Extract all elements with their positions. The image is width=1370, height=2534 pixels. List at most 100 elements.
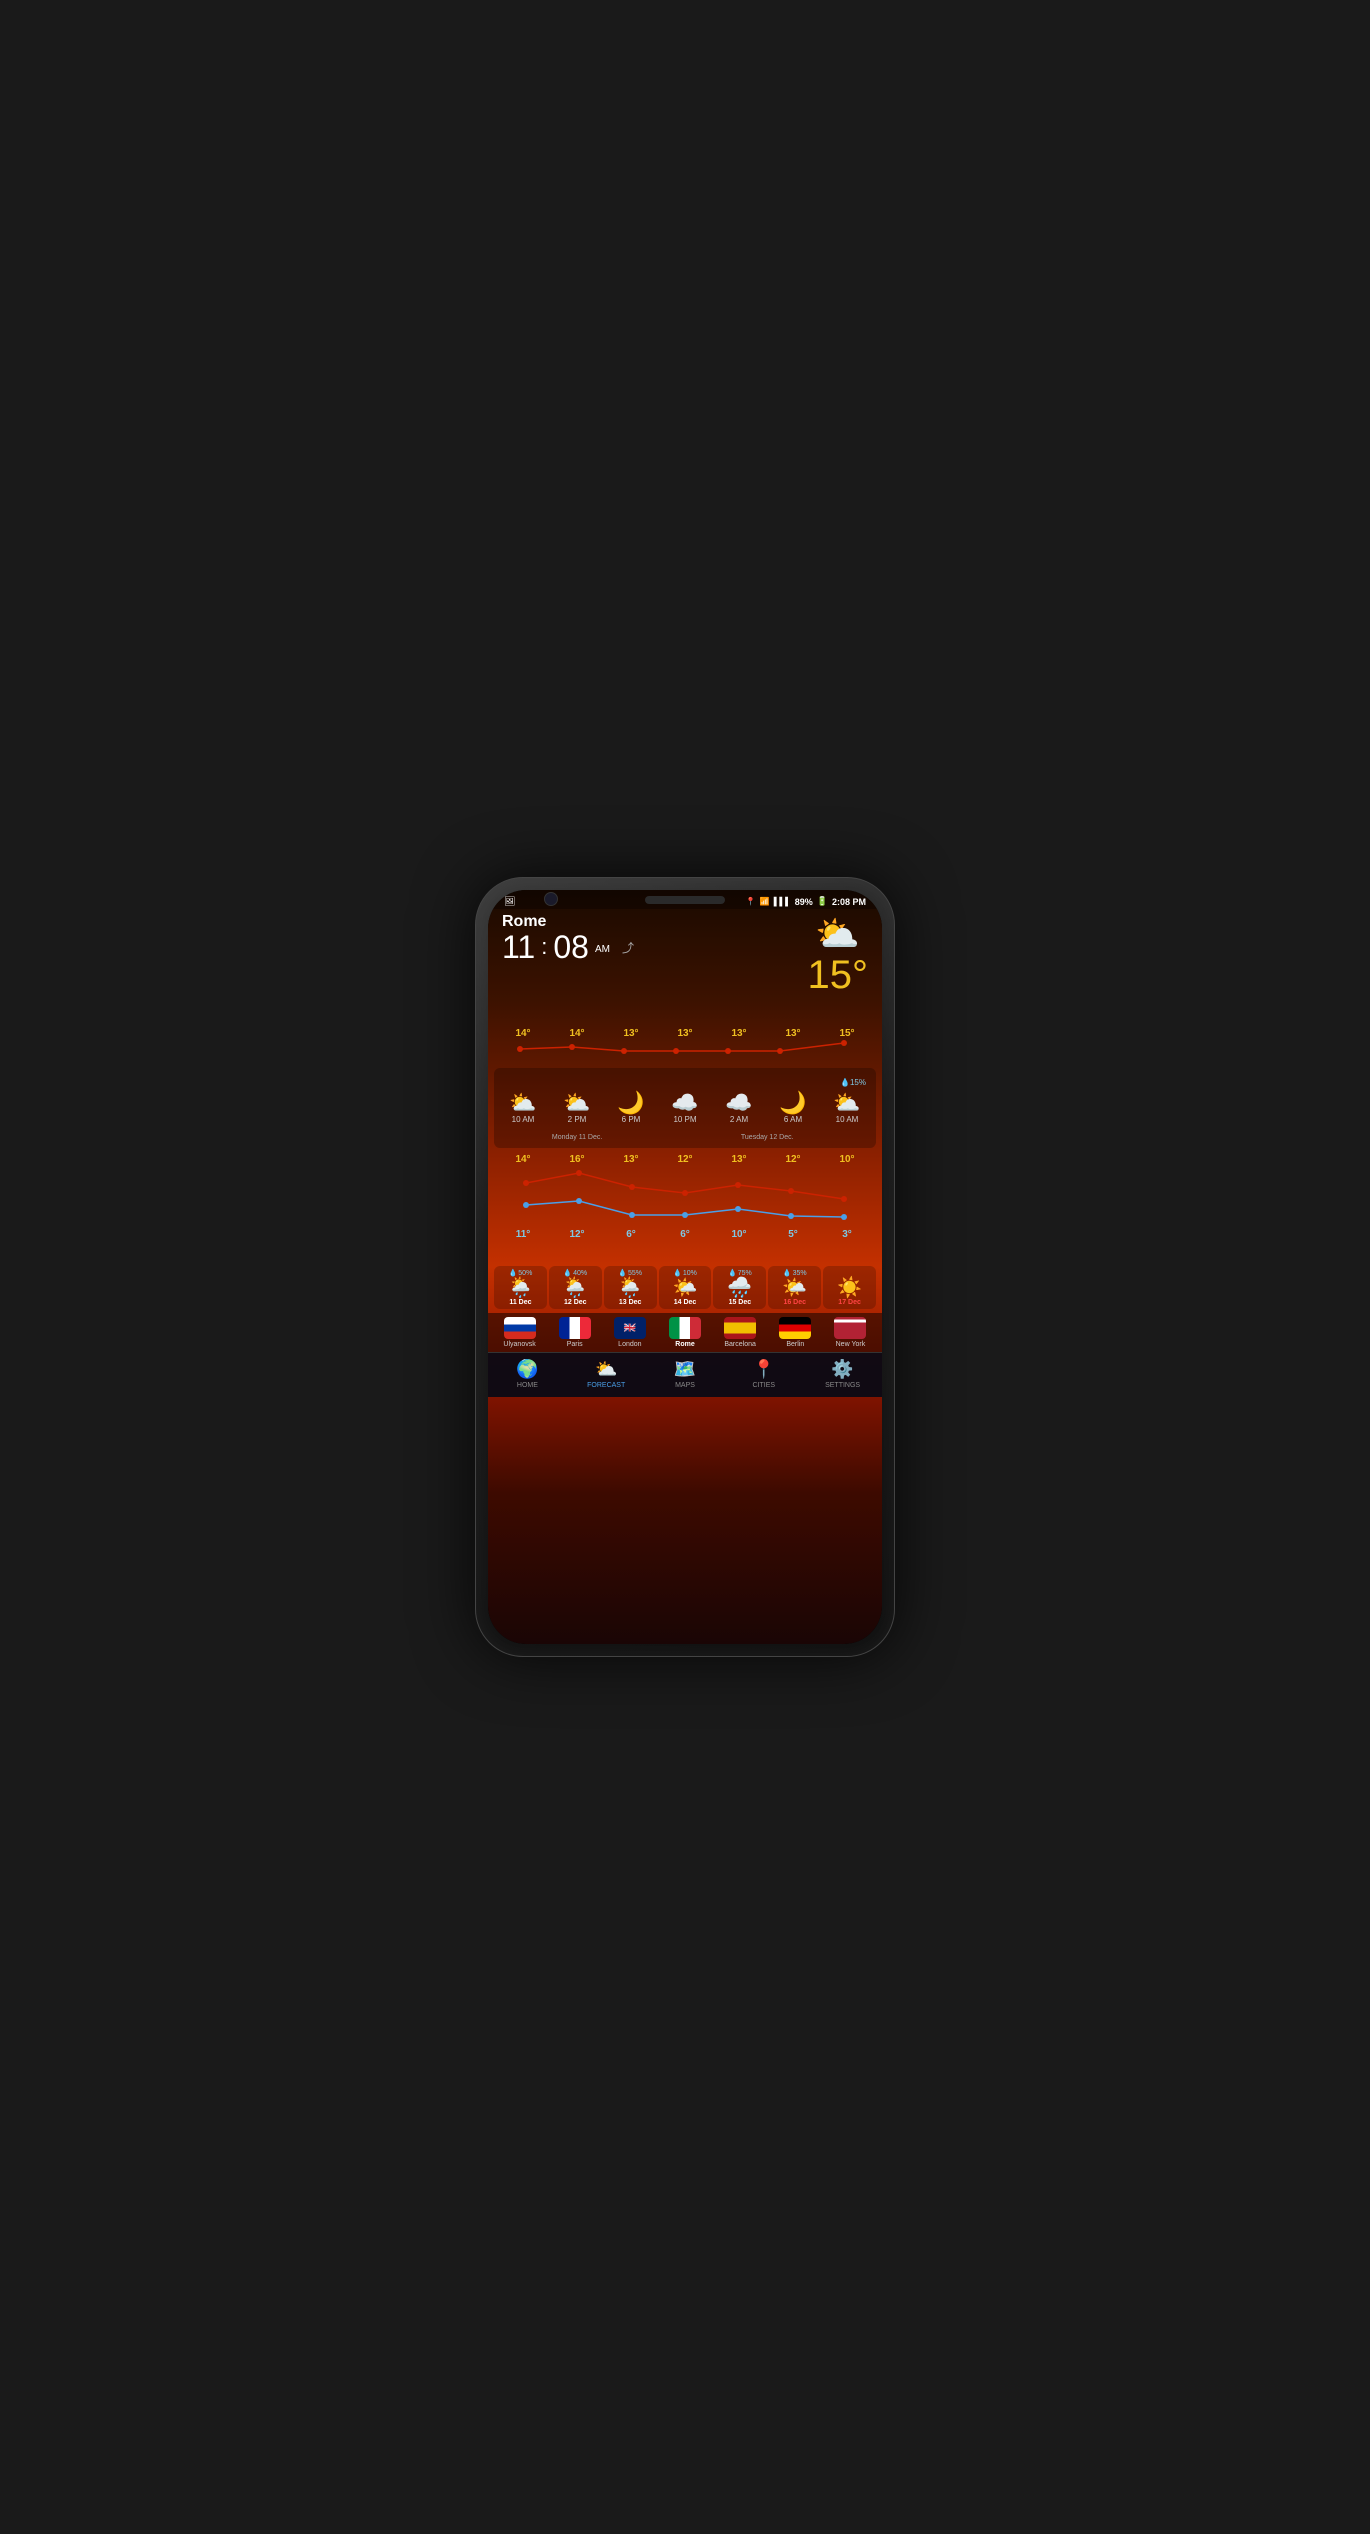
hourly-icon-5: 🌙 bbox=[779, 1092, 806, 1114]
hourly-temp-6: 15° bbox=[820, 1028, 874, 1039]
nav-maps-label: MAPS bbox=[675, 1382, 695, 1389]
time-ampm: AM bbox=[595, 944, 610, 955]
low-3: 6° bbox=[658, 1229, 712, 1240]
hourly-icons-row: ⛅ 10 AM ⛅ 2 PM 🌙 6 PM ☁️ bbox=[496, 1092, 874, 1124]
hourly-temp-2: 13° bbox=[604, 1028, 658, 1039]
daily-date-5: 16 Dec bbox=[783, 1299, 806, 1306]
flag-uk: 🇬🇧 bbox=[614, 1317, 646, 1339]
hourly-icon-0: ⛅ bbox=[509, 1092, 536, 1114]
daily-icon-1: 🌦️ bbox=[563, 1278, 588, 1298]
hourly-icon-4: ☁️ bbox=[725, 1092, 752, 1114]
city-barcelona[interactable]: Barcelona bbox=[715, 1317, 766, 1348]
daily-icon-4: 🌧️ bbox=[727, 1278, 752, 1298]
city-name-berlin: Berlin bbox=[786, 1341, 804, 1348]
signal-bars: ▌▌▌ bbox=[774, 897, 791, 906]
hourly-icon-3: ☁️ bbox=[671, 1092, 698, 1114]
hourly-item-3: ☁️ 10 PM bbox=[658, 1092, 712, 1124]
hourly-temps-section: 14° 14° 13° 13° 13° 13° 15° bbox=[488, 997, 882, 1064]
hourly-item-6: ⛅ 10 AM bbox=[820, 1092, 874, 1124]
high-1: 16° bbox=[550, 1154, 604, 1165]
city-name-newyork: New York bbox=[836, 1341, 866, 1348]
daily-icon-0: 🌦️ bbox=[508, 1278, 533, 1298]
daily-icon-5: 🌤️ bbox=[782, 1278, 807, 1298]
nav-forecast-icon: ⛅ bbox=[595, 1359, 617, 1380]
city-russia[interactable]: Ulyanovsk bbox=[494, 1317, 545, 1348]
daily-item-4[interactable]: 💧75% 🌧️ 15 Dec bbox=[713, 1266, 766, 1309]
time-colon: : bbox=[541, 934, 547, 960]
wifi-icon: 📶 bbox=[760, 897, 770, 906]
nav-maps[interactable]: 🗺️ MAPS bbox=[646, 1359, 725, 1389]
hourly-icon-2: 🌙 bbox=[617, 1092, 644, 1114]
city-time-block: Rome 11 : 08 AM ⤴ bbox=[502, 913, 634, 963]
nav-settings-label: SETTINGS bbox=[825, 1382, 860, 1389]
daily-icon-3: 🌤️ bbox=[673, 1278, 698, 1298]
hourly-icon-1: ⛅ bbox=[563, 1092, 590, 1114]
status-left: 🖼 bbox=[504, 896, 515, 907]
city-paris[interactable]: Paris bbox=[549, 1317, 600, 1348]
hourly-chart-svg bbox=[496, 1039, 874, 1059]
daily-item-5[interactable]: 💧35% 🌤️ 16 Dec bbox=[768, 1266, 821, 1309]
time-row: 11 : 08 AM ⤴ bbox=[502, 931, 634, 963]
nav-settings-icon: ⚙️ bbox=[831, 1359, 853, 1380]
daily-precip-5: 💧35% bbox=[783, 1269, 807, 1277]
flag-germany bbox=[779, 1317, 811, 1339]
day-mon: Monday 11 Dec. bbox=[500, 1126, 654, 1144]
precip-badge-text: 💧15% bbox=[840, 1078, 866, 1087]
daily-item-1[interactable]: 💧40% 🌦️ 12 Dec bbox=[549, 1266, 602, 1309]
current-temp: 15° bbox=[808, 955, 869, 995]
hourly-time-3: 10 PM bbox=[673, 1115, 696, 1124]
city-london[interactable]: 🇬🇧 London bbox=[604, 1317, 655, 1348]
city-name-london: London bbox=[618, 1341, 641, 1348]
photo-icon: 🖼 bbox=[504, 896, 515, 907]
city-berlin[interactable]: Berlin bbox=[770, 1317, 821, 1348]
daily-precip-3: 💧10% bbox=[673, 1269, 697, 1277]
daily-item-6[interactable]: 💧 ☀️ 17 Dec bbox=[823, 1266, 876, 1309]
city-rome[interactable]: Rome bbox=[659, 1317, 710, 1348]
hourly-time-2: 6 PM bbox=[622, 1115, 641, 1124]
nav-forecast[interactable]: ⛅ FORECAST bbox=[567, 1359, 646, 1389]
phone-device: 🖼 📍 📶 ▌▌▌ 89% 🔋 2:08 PM Rome 11 : bbox=[475, 877, 895, 1657]
daily-date-6: 17 Dec bbox=[838, 1299, 861, 1306]
weather-header: Rome 11 : 08 AM ⤴ ⛅ 15° bbox=[488, 909, 882, 997]
share-icon[interactable]: ⤴ bbox=[622, 939, 634, 956]
hourly-icon-6: ⛅ bbox=[833, 1092, 860, 1114]
hourly-item-5: 🌙 6 AM bbox=[766, 1092, 820, 1124]
low-5: 5° bbox=[766, 1229, 820, 1240]
daily-date-0: 11 Dec bbox=[509, 1299, 531, 1306]
city-selector: Ulyanovsk Paris 🇬🇧 London Rome bbox=[488, 1313, 882, 1352]
daily-item-0[interactable]: 💧50% 🌦️ 11 Dec bbox=[494, 1266, 547, 1309]
bottom-nav: 🌍 HOME ⛅ FORECAST 🗺️ MAPS 📍 CITIES ⚙️ bbox=[488, 1352, 882, 1397]
hourly-item-1: ⛅ 2 PM bbox=[550, 1092, 604, 1124]
screen-content: 🖼 📍 📶 ▌▌▌ 89% 🔋 2:08 PM Rome 11 : bbox=[488, 890, 882, 1644]
battery-percent: 89% bbox=[795, 897, 813, 907]
multiday-highs: 14° 16° 13° 12° 13° 12° 10° bbox=[496, 1154, 874, 1165]
flag-usa bbox=[834, 1317, 866, 1339]
nav-cities[interactable]: 📍 CITIES bbox=[724, 1359, 803, 1389]
high-6: 10° bbox=[820, 1154, 874, 1165]
high-4: 13° bbox=[712, 1154, 766, 1165]
daily-date-1: 12 Dec bbox=[564, 1299, 587, 1306]
city-name-russia: Ulyanovsk bbox=[503, 1341, 535, 1348]
daily-date-4: 15 Dec bbox=[729, 1299, 752, 1306]
high-0: 14° bbox=[496, 1154, 550, 1165]
multiday-chart-svg bbox=[496, 1165, 874, 1220]
daily-icon-6: ☀️ bbox=[837, 1278, 862, 1298]
hourly-icons-container: 💧15% ⛅ 10 AM ⛅ 2 PM 🌙 6 PM bbox=[494, 1068, 876, 1148]
nav-home[interactable]: 🌍 HOME bbox=[488, 1359, 567, 1389]
daily-item-3[interactable]: 💧10% 🌤️ 14 Dec bbox=[659, 1266, 712, 1309]
nav-settings[interactable]: ⚙️ SETTINGS bbox=[803, 1359, 882, 1389]
current-weather-icon: ⛅ bbox=[815, 913, 860, 955]
day-labels-row: Monday 11 Dec. Tuesday 12 Dec. bbox=[496, 1124, 874, 1144]
daily-precip-0: 💧50% bbox=[509, 1269, 533, 1277]
city-newyork[interactable]: New York bbox=[825, 1317, 876, 1348]
high-5: 12° bbox=[766, 1154, 820, 1165]
daily-date-3: 14 Dec bbox=[674, 1299, 697, 1306]
multiday-chart: 14° 16° 13° 12° 13° 12° 10° bbox=[488, 1150, 882, 1260]
city-name-rome: Rome bbox=[675, 1341, 694, 1348]
phone-screen: 🖼 📍 📶 ▌▌▌ 89% 🔋 2:08 PM Rome 11 : bbox=[488, 890, 882, 1644]
daily-item-2[interactable]: 💧55% 🌦️ 13 Dec bbox=[604, 1266, 657, 1309]
hourly-temp-1: 14° bbox=[550, 1028, 604, 1039]
phone-speaker bbox=[645, 896, 725, 904]
daily-precip-2: 💧55% bbox=[618, 1269, 642, 1277]
low-6: 3° bbox=[820, 1229, 874, 1240]
